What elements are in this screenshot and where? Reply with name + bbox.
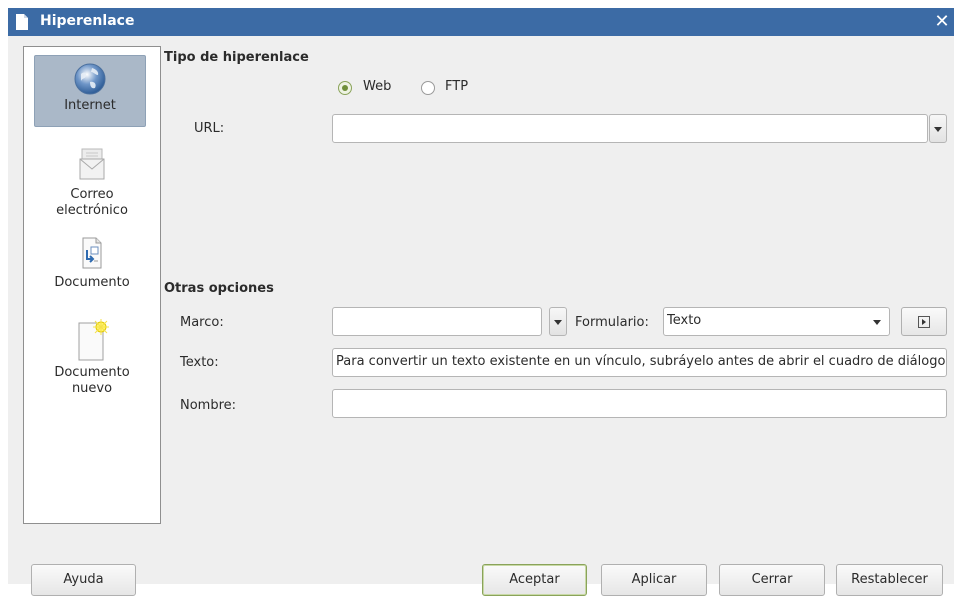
events-button[interactable] xyxy=(901,307,947,336)
window-title: Hiperenlace xyxy=(40,13,135,29)
text-label: Texto: xyxy=(180,355,219,370)
chevron-down-icon xyxy=(554,320,562,325)
new-document-icon xyxy=(75,319,109,361)
title-bar: Hiperenlace ✕ xyxy=(8,8,954,36)
globe-icon xyxy=(73,62,107,96)
url-dropdown-button[interactable] xyxy=(929,114,947,143)
help-button[interactable]: Ayuda xyxy=(31,564,136,596)
sidebar-item-document[interactable]: Documento xyxy=(24,237,160,291)
close-button[interactable]: Cerrar xyxy=(719,564,825,596)
sidebar-item-label: Documento xyxy=(54,275,130,290)
events-icon xyxy=(918,315,930,328)
document-icon xyxy=(15,14,29,34)
chevron-down-icon xyxy=(873,320,881,325)
url-label: URL: xyxy=(194,121,225,136)
web-radio-label: Web xyxy=(363,79,392,94)
sidebar-item-label: Correo electrónico xyxy=(56,187,128,218)
frame-label: Marco: xyxy=(180,315,224,330)
frame-dropdown-button[interactable] xyxy=(549,307,567,336)
hyperlink-type-heading: Tipo de hiperenlace xyxy=(164,50,309,65)
sidebar-item-label: Internet xyxy=(64,98,116,113)
ftp-radio-label: FTP xyxy=(445,79,469,94)
text-input[interactable]: Para convertir un texto existente en un … xyxy=(332,348,947,377)
chevron-down-icon xyxy=(934,127,942,132)
form-select[interactable]: Texto xyxy=(663,307,890,336)
reset-button[interactable]: Restablecer xyxy=(836,564,943,596)
name-input[interactable] xyxy=(332,389,947,418)
name-label: Nombre: xyxy=(180,398,237,413)
web-radio[interactable] xyxy=(338,81,352,95)
hyperlink-dialog: Internet Correo electrónico Documento Do… xyxy=(8,36,954,596)
ftp-radio[interactable] xyxy=(421,81,435,95)
mail-icon xyxy=(78,147,106,181)
hyperlink-type-sidebar: Internet Correo electrónico Documento Do… xyxy=(23,46,161,524)
other-options-heading: Otras opciones xyxy=(164,281,274,296)
form-label: Formulario: xyxy=(575,315,649,330)
sidebar-item-label: Documento nuevo xyxy=(54,365,130,396)
sidebar-item-new-document[interactable]: Documento nuevo xyxy=(24,319,160,397)
document-icon xyxy=(80,237,104,269)
ok-button[interactable]: Aceptar xyxy=(482,564,587,596)
sidebar-item-internet[interactable]: Internet xyxy=(34,55,146,127)
url-input[interactable] xyxy=(332,114,928,143)
close-icon[interactable]: ✕ xyxy=(932,11,952,33)
sidebar-item-mail[interactable]: Correo electrónico xyxy=(24,147,160,219)
frame-combo-input[interactable] xyxy=(332,307,542,336)
apply-button[interactable]: Aplicar xyxy=(601,564,707,596)
